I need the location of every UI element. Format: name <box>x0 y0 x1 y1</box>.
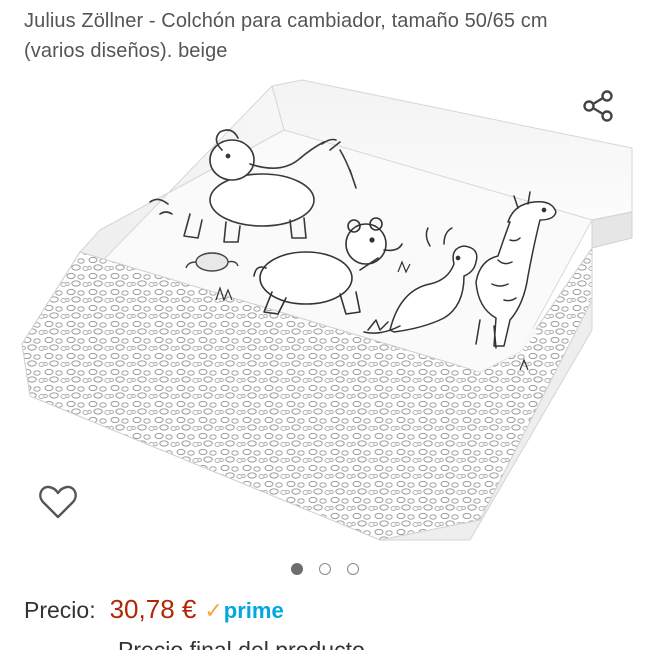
carousel-dot[interactable] <box>347 563 359 575</box>
prime-check-icon: ✓ <box>204 598 223 623</box>
carousel-dots <box>0 563 650 579</box>
price-value: 30,78 € <box>109 594 197 624</box>
product-title: Julius Zöllner - Colchón para cambiador,… <box>24 10 548 62</box>
carousel-dot[interactable] <box>291 563 303 575</box>
final-price-partial-text: Precio final del producto <box>118 637 365 650</box>
carousel-dot[interactable] <box>319 563 331 575</box>
share-button[interactable] <box>576 84 620 128</box>
price-row: Precio: 30,78 € ✓ prime <box>24 594 284 630</box>
wishlist-button[interactable] <box>36 480 80 524</box>
product-image[interactable] <box>0 70 650 550</box>
prime-label: prime <box>223 598 284 623</box>
price-label: Precio: <box>24 597 96 623</box>
share-icon <box>583 90 613 122</box>
prime-badge[interactable]: ✓ prime <box>204 598 283 624</box>
heart-outline-icon <box>39 485 77 519</box>
product-page: Julius Zöllner - Colchón para cambiador,… <box>0 0 650 650</box>
